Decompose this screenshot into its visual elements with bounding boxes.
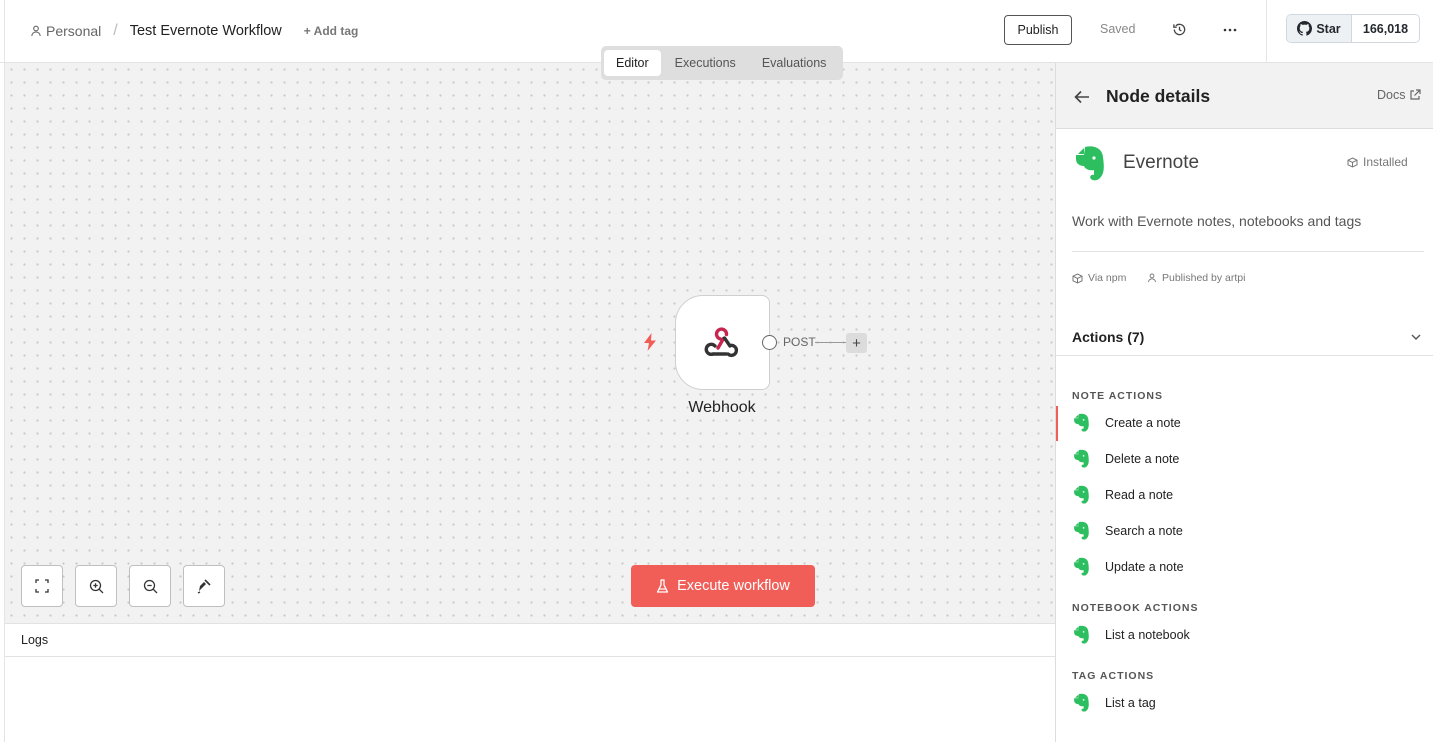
breadcrumb: Personal / Test Evernote Workflow + Add …	[30, 22, 358, 40]
evernote-icon	[1074, 521, 1089, 540]
installed-badge: Installed	[1347, 155, 1408, 169]
fit-view-icon	[35, 579, 49, 593]
zoom-in-icon	[89, 579, 103, 593]
project-link[interactable]: Personal	[46, 23, 101, 39]
divider	[1072, 251, 1424, 252]
node-description: Work with Evernote notes, notebooks and …	[1072, 213, 1362, 229]
left-border	[4, 0, 5, 63]
selection-indicator	[1056, 406, 1058, 441]
tab-executions[interactable]: Executions	[663, 50, 748, 76]
execute-workflow-label: Execute workflow	[677, 578, 790, 594]
evernote-icon	[1074, 485, 1089, 504]
package-icon	[1072, 272, 1083, 284]
webhook-icon	[704, 326, 738, 357]
package-icon	[1347, 156, 1358, 168]
logs-panel: Logs	[5, 623, 1055, 742]
github-star-widget[interactable]: Star 166,018	[1286, 14, 1420, 43]
evernote-icon	[1074, 693, 1089, 712]
action-update-note[interactable]: Update a note	[1072, 555, 1422, 579]
external-link-icon	[1410, 89, 1422, 100]
chevron-down-icon[interactable]	[1410, 331, 1422, 343]
fit-view-button[interactable]	[21, 565, 63, 607]
section-tag-actions: TAG ACTIONS	[1072, 670, 1155, 682]
tab-editor[interactable]: Editor	[604, 50, 661, 76]
action-delete-note[interactable]: Delete a note	[1072, 447, 1422, 471]
plus-icon: +	[852, 334, 861, 352]
evernote-icon	[1074, 557, 1089, 576]
action-label: Search a note	[1105, 524, 1183, 538]
add-tag-button[interactable]: + Add tag	[304, 24, 359, 38]
via-npm-label: Via npm	[1088, 272, 1127, 284]
output-label: POST	[783, 335, 816, 349]
section-notebook-actions: NOTEBOOK ACTIONS	[1072, 602, 1199, 614]
publisher: Published by artpi	[1147, 272, 1245, 284]
docs-label: Docs	[1377, 88, 1406, 102]
webhook-node[interactable]	[675, 295, 770, 390]
panel-title: Node details	[1106, 86, 1211, 106]
action-create-note[interactable]: Create a note	[1072, 411, 1422, 435]
action-label: Update a note	[1105, 560, 1184, 574]
divider	[1056, 355, 1433, 356]
github-star-label: Star	[1316, 21, 1341, 36]
publish-button[interactable]: Publish	[1004, 15, 1072, 45]
github-star-count[interactable]: 166,018	[1352, 15, 1419, 42]
action-label: Delete a note	[1105, 452, 1180, 466]
person-icon	[1148, 273, 1156, 283]
execute-workflow-button[interactable]: Execute workflow	[631, 565, 815, 607]
zoom-in-button[interactable]	[75, 565, 117, 607]
workflow-canvas[interactable]	[5, 63, 1055, 623]
action-label: List a tag	[1105, 696, 1156, 710]
via-npm: Via npm	[1072, 272, 1126, 284]
breadcrumb-separator: /	[113, 22, 118, 39]
add-node-button[interactable]: +	[846, 333, 867, 353]
action-label: Create a note	[1105, 416, 1181, 430]
zoom-out-button[interactable]	[129, 565, 171, 607]
action-list-notebook[interactable]: List a notebook	[1072, 623, 1422, 647]
flask-icon	[656, 578, 669, 593]
connection-line	[815, 342, 847, 343]
logs-title[interactable]: Logs	[5, 624, 1055, 657]
tidy-up-icon	[197, 579, 211, 594]
actions-header[interactable]: Actions (7)	[1072, 329, 1144, 345]
back-arrow-icon[interactable]	[1073, 88, 1091, 106]
trigger-bolt-icon	[644, 333, 656, 351]
zoom-out-icon	[143, 579, 157, 593]
evernote-logo-icon	[1076, 146, 1104, 181]
person-icon	[31, 25, 41, 37]
action-search-note[interactable]: Search a note	[1072, 519, 1422, 543]
header-divider	[1266, 0, 1267, 63]
action-label: Read a note	[1105, 488, 1174, 502]
history-icon[interactable]	[1172, 22, 1187, 37]
workflow-name[interactable]: Test Evernote Workflow	[130, 23, 282, 39]
more-options-icon[interactable]	[1222, 22, 1238, 38]
evernote-icon	[1074, 625, 1089, 644]
action-label: List a notebook	[1105, 628, 1190, 642]
publisher-label: Published by artpi	[1162, 272, 1246, 284]
node-name: Evernote	[1123, 152, 1200, 173]
tab-evaluations[interactable]: Evaluations	[750, 50, 839, 76]
node-details-panel: Node details Docs Evernote Installed Wor…	[1055, 63, 1433, 742]
action-read-note[interactable]: Read a note	[1072, 483, 1422, 507]
panel-header: Node details Docs	[1056, 63, 1433, 129]
webhook-node-label: Webhook	[688, 399, 756, 416]
evernote-icon	[1074, 449, 1089, 468]
output-port[interactable]	[762, 335, 777, 350]
evernote-icon	[1074, 413, 1089, 432]
docs-link[interactable]: Docs	[1377, 88, 1422, 102]
saved-status: Saved	[1100, 22, 1136, 36]
github-icon	[1297, 21, 1313, 36]
installed-label: Installed	[1363, 155, 1408, 169]
action-list-tag[interactable]: List a tag	[1072, 691, 1422, 715]
view-tabs: Editor Executions Evaluations	[601, 46, 843, 80]
section-note-actions: NOTE ACTIONS	[1072, 390, 1163, 402]
github-star-button[interactable]: Star	[1287, 15, 1352, 42]
tidy-up-button[interactable]	[183, 565, 225, 607]
